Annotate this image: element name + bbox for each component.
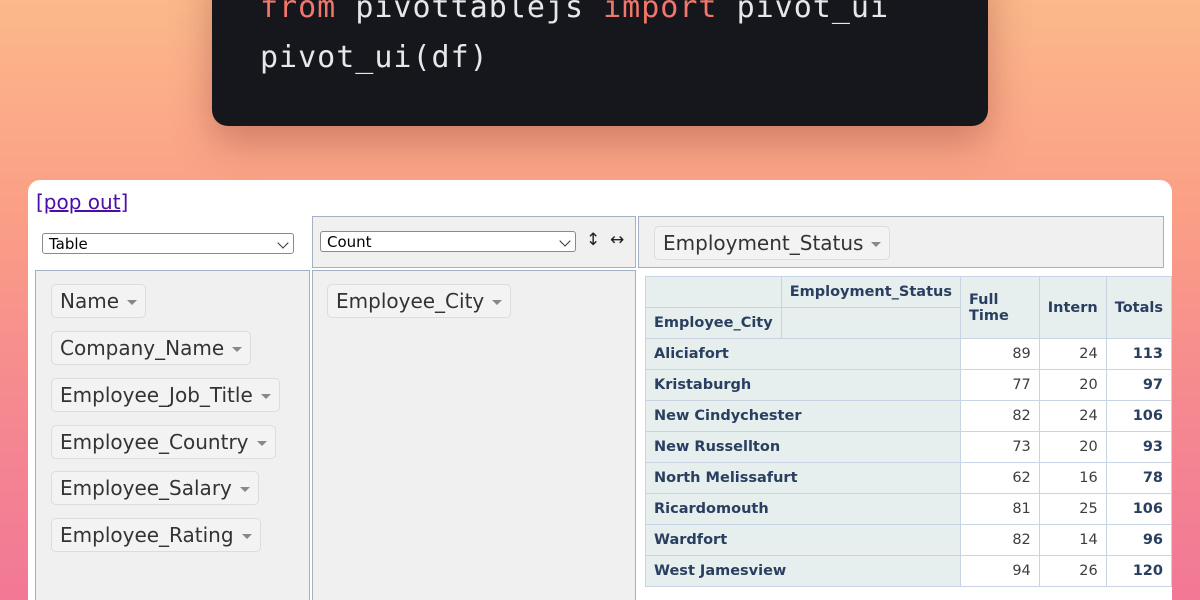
attribute-label: Employee_Salary (60, 476, 232, 500)
dropdown-triangle-icon[interactable] (232, 347, 243, 352)
attribute-pill-employee-country[interactable]: Employee_Country (51, 425, 276, 459)
attribute-label: Employee_Job_Title (60, 383, 253, 407)
table-row: North Melissafurt 62 16 78 (645, 462, 1172, 494)
value-cell[interactable]: 62 (959, 462, 1040, 494)
value-cell[interactable]: 16 (1038, 462, 1107, 494)
value-cell[interactable]: 14 (1038, 524, 1107, 556)
dropdown-triangle-icon[interactable] (492, 300, 503, 305)
row-total-cell[interactable]: 97 (1105, 369, 1172, 401)
row-total-cell[interactable]: 106 (1105, 400, 1172, 432)
table-row: West Jamesview 94 26 120 (645, 555, 1172, 587)
attribute-label: Employee_Country (60, 430, 249, 454)
col-header-full-time: Full Time (959, 276, 1040, 339)
code-keyword-from: from (260, 0, 337, 25)
chevron-down-icon (559, 235, 571, 247)
value-cell[interactable]: 77 (959, 369, 1040, 401)
row-label: West Jamesview (645, 555, 961, 587)
code-module: pivottablejs (355, 0, 585, 25)
row-label: Ricardomouth (645, 493, 961, 525)
col-header-intern: Intern (1038, 276, 1107, 339)
table-row: Ricardomouth 81 25 106 (645, 493, 1172, 525)
row-label: North Melissafurt (645, 462, 961, 494)
code-line-import: from pivottablejs import pivot_ui (260, 0, 889, 25)
row-label: New Cindychester (645, 400, 961, 432)
table-row: New Cindychester 82 24 106 (645, 400, 1172, 432)
value-cell[interactable]: 24 (1038, 338, 1107, 370)
value-cell[interactable]: 73 (959, 431, 1040, 463)
row-attributes-area[interactable] (312, 270, 636, 600)
renderer-select-value: Table (49, 235, 88, 253)
code-keyword-import: import (603, 0, 718, 25)
value-cell[interactable]: 20 (1038, 431, 1107, 463)
attribute-pill-employee-salary[interactable]: Employee_Salary (51, 471, 259, 505)
row-label: New Russellton (645, 431, 961, 463)
row-total-cell[interactable]: 113 (1105, 338, 1172, 370)
attribute-label: Employee_City (336, 289, 485, 313)
row-attribute-pill[interactable]: Employee_City (327, 284, 512, 318)
value-cell[interactable]: 81 (959, 493, 1040, 525)
value-cell[interactable]: 20 (1038, 369, 1107, 401)
row-total-cell[interactable]: 96 (1105, 524, 1172, 556)
pivot-output-table: Employment_Status Full Time Intern Total… (645, 276, 1172, 587)
row-total-cell[interactable]: 120 (1105, 555, 1172, 587)
table-row: New Russellton 73 20 93 (645, 431, 1172, 463)
aggregator-select[interactable]: Count (320, 231, 576, 252)
row-total-cell[interactable]: 78 (1105, 462, 1172, 494)
chevron-down-icon (277, 237, 289, 249)
code-line-call: pivot_ui(df) (260, 40, 489, 75)
col-order-toggle-icon[interactable]: ↔ (610, 230, 624, 250)
dropdown-triangle-icon[interactable] (127, 300, 138, 305)
attribute-label: Employee_Rating (60, 523, 234, 547)
value-cell[interactable]: 82 (959, 400, 1040, 432)
row-label: Wardfort (645, 524, 961, 556)
table-spacer-cell (780, 307, 961, 339)
attribute-label: Employment_Status (663, 231, 864, 255)
value-cell[interactable]: 24 (1038, 400, 1107, 432)
row-attr-header: Employee_City (645, 307, 782, 339)
code-block: from pivottablejs import pivot_ui pivot_… (212, 0, 988, 126)
value-cell[interactable]: 89 (959, 338, 1040, 370)
row-order-toggle-icon[interactable]: ↕ (586, 230, 600, 250)
value-cell[interactable]: 94 (959, 555, 1040, 587)
aggregator-select-value: Count (327, 233, 372, 251)
row-label: Kristaburgh (645, 369, 961, 401)
table-row: Wardfort 82 14 96 (645, 524, 1172, 556)
value-cell[interactable]: 25 (1038, 493, 1107, 525)
col-attr-header: Employment_Status (780, 276, 961, 308)
pivot-widget: [pop out] Table Count ↕ ↔ Employment_Sta… (28, 180, 1172, 600)
pop-out-link[interactable]: [pop out] (36, 190, 128, 214)
dropdown-triangle-icon[interactable] (256, 441, 267, 446)
attribute-pill-name[interactable]: Name (51, 284, 147, 318)
table-row: Kristaburgh 77 20 97 (645, 369, 1172, 401)
attribute-pill-employee-job-title[interactable]: Employee_Job_Title (51, 378, 280, 412)
dropdown-triangle-icon[interactable] (239, 487, 250, 492)
attribute-pill-company-name[interactable]: Company_Name (51, 331, 252, 365)
column-attribute-pill[interactable]: Employment_Status (654, 226, 891, 260)
attribute-label: Company_Name (60, 336, 225, 360)
dropdown-triangle-icon[interactable] (260, 394, 271, 399)
row-label: Aliciafort (645, 338, 961, 370)
value-cell[interactable]: 26 (1038, 555, 1107, 587)
renderer-select[interactable]: Table (42, 233, 294, 254)
row-total-cell[interactable]: 93 (1105, 431, 1172, 463)
table-row: Aliciafort 89 24 113 (645, 338, 1172, 370)
code-import-name: pivot_ui (736, 0, 890, 25)
table-corner-cell (645, 276, 782, 308)
attribute-pill-employee-rating[interactable]: Employee_Rating (51, 518, 261, 552)
dropdown-triangle-icon[interactable] (241, 534, 252, 539)
col-header-totals: Totals (1105, 276, 1172, 339)
attribute-label: Name (60, 289, 120, 313)
row-total-cell[interactable]: 106 (1105, 493, 1172, 525)
value-cell[interactable]: 82 (959, 524, 1040, 556)
dropdown-triangle-icon[interactable] (871, 242, 882, 247)
